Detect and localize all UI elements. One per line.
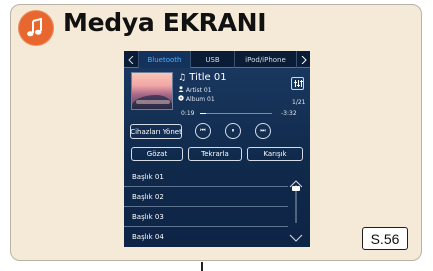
equalizer-button[interactable] bbox=[291, 77, 304, 90]
album-line: Album 01 bbox=[178, 95, 215, 103]
tab-prev-arrow-icon[interactable] bbox=[124, 51, 138, 68]
scrollbar-thumb[interactable] bbox=[292, 186, 300, 191]
skip-next-icon: ⏭ bbox=[260, 127, 266, 134]
artist-line: Artist 01 bbox=[178, 86, 212, 94]
artist-name: Artist 01 bbox=[185, 87, 212, 94]
progress-fill bbox=[200, 113, 207, 114]
skip-previous-icon: ⏮ bbox=[200, 127, 206, 134]
track-count: 1/21 bbox=[292, 99, 306, 106]
shuffle-button[interactable]: Karışık bbox=[247, 147, 303, 161]
scroll-up-chevron-icon[interactable] bbox=[289, 173, 303, 188]
music-note-small-icon: ♫ bbox=[178, 73, 187, 83]
callout-connector-line bbox=[201, 262, 203, 271]
person-icon bbox=[178, 86, 186, 94]
track-title: ♫ Title 01 bbox=[178, 72, 227, 83]
disc-icon bbox=[178, 95, 186, 103]
remaining-time: -3:32 bbox=[281, 110, 297, 117]
music-note-icon bbox=[18, 10, 54, 46]
next-track-button[interactable]: ⏭ bbox=[255, 123, 271, 139]
pause-button[interactable]: ⏸ bbox=[225, 123, 241, 139]
scroll-down-chevron-icon[interactable] bbox=[289, 227, 303, 242]
previous-track-button[interactable]: ⏮ bbox=[195, 123, 211, 139]
tab-next-arrow-icon[interactable] bbox=[296, 51, 310, 68]
page-title: Medya EKRANI bbox=[63, 8, 267, 37]
list-item[interactable]: Başlık 02 bbox=[124, 187, 288, 207]
tab-bluetooth[interactable]: Bluetooth bbox=[138, 51, 190, 68]
album-name: Album 01 bbox=[185, 96, 215, 103]
browse-button[interactable]: Gözat bbox=[131, 147, 183, 161]
list-item[interactable]: Başlık 04 bbox=[124, 227, 288, 247]
pause-icon: ⏸ bbox=[231, 127, 235, 134]
tab-usb[interactable]: USB bbox=[190, 51, 234, 68]
track-title-text: Title 01 bbox=[189, 72, 227, 83]
list-item[interactable]: Başlık 03 bbox=[124, 207, 288, 227]
progress-bar[interactable] bbox=[200, 113, 272, 114]
source-tab-bar: Bluetooth USB iPod/iPhone bbox=[124, 51, 310, 68]
page-reference-badge: S.56 bbox=[362, 227, 408, 250]
manage-devices-button[interactable]: Cihazları Yönet bbox=[130, 124, 182, 139]
media-screen: Bluetooth USB iPod/iPhone ♫ Title 01 Art… bbox=[124, 51, 310, 247]
elapsed-time: 0:19 bbox=[181, 110, 195, 117]
tab-ipod-iphone[interactable]: iPod/iPhone bbox=[234, 51, 296, 68]
album-art bbox=[131, 72, 173, 110]
list-item[interactable]: Başlık 01 bbox=[124, 167, 288, 187]
repeat-button[interactable]: Tekrarla bbox=[188, 147, 242, 161]
